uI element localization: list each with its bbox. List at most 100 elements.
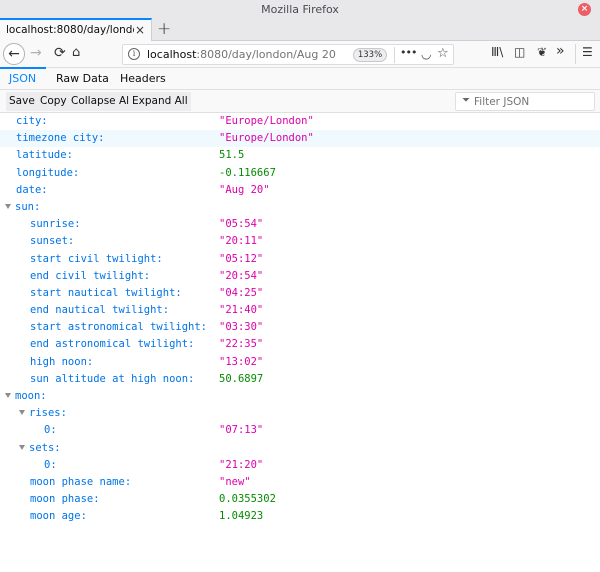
json-row[interactable]: 0: "07:13": [0, 422, 600, 439]
window-titlebar: Mozilla Firefox ×: [0, 0, 600, 18]
json-value: "20:11": [219, 235, 264, 248]
json-row[interactable]: city: "Europe/London": [0, 113, 600, 130]
json-key: sun:: [15, 200, 41, 213]
json-row[interactable]: sun altitude at high noon: 50.6897: [0, 371, 600, 388]
expand-twisty-icon[interactable]: [5, 393, 11, 398]
collapse-all-button[interactable]: Collapse All: [68, 92, 135, 111]
json-row[interactable]: sets:: [0, 440, 600, 457]
url-path: :8080/day/london/Aug 20: [196, 48, 336, 61]
hamburger-menu-icon[interactable]: ☰: [582, 45, 593, 59]
json-key: date:: [16, 183, 48, 196]
json-row[interactable]: moon phase: 0.0355302: [0, 491, 600, 508]
json-row[interactable]: latitude: 51.5: [0, 147, 600, 164]
json-key: moon phase name:: [30, 475, 132, 488]
json-row[interactable]: end civil twilight: "20:54": [0, 268, 600, 285]
json-tree: city: "Europe/London" timezone city: "Europ…: [0, 113, 600, 526]
back-arrow-icon[interactable]: ←: [3, 43, 25, 65]
save-button[interactable]: Save: [6, 92, 38, 111]
json-row[interactable]: moon phase name: "new": [0, 474, 600, 491]
json-value: "05:54": [219, 218, 264, 231]
json-value: "Aug 20": [219, 183, 270, 196]
json-row[interactable]: end nautical twilight: "21:40": [0, 302, 600, 319]
json-row[interactable]: high noon: "13:02": [0, 354, 600, 371]
pocket-icon[interactable]: ◡: [421, 47, 431, 61]
json-row[interactable]: timezone city: "Europe/London": [0, 130, 600, 148]
json-key: start astronomical twilight:: [30, 321, 208, 334]
tab-headers[interactable]: Headers: [120, 72, 166, 85]
json-row[interactable]: start civil twilight: "05:12": [0, 251, 600, 268]
json-key: end astronomical twilight:: [30, 338, 195, 351]
json-row[interactable]: moon age: 1.04923: [0, 508, 600, 525]
json-value: "22:35": [219, 338, 264, 351]
json-row[interactable]: sunrise: "05:54": [0, 216, 600, 233]
url-host: localhost: [147, 48, 197, 61]
filter-funnel-icon: ⏷: [462, 95, 470, 106]
json-key: latitude:: [16, 149, 73, 162]
tab-raw-data[interactable]: Raw Data: [56, 72, 109, 85]
json-value: 51.5: [219, 149, 245, 162]
json-key: end civil twilight:: [30, 269, 151, 282]
window-title: Mozilla Firefox: [261, 3, 339, 16]
page-actions-icon[interactable]: •••: [400, 46, 417, 59]
json-key: high noon:: [30, 355, 94, 368]
copy-button[interactable]: Copy: [37, 92, 70, 111]
tab-close-icon[interactable]: ×: [135, 23, 145, 37]
json-value: "07:13": [219, 424, 264, 437]
json-row[interactable]: moon:: [0, 388, 600, 405]
extension-icon[interactable]: ❦: [537, 45, 547, 59]
tab-strip: localhost:8080/day/london/Aug 20 × +: [0, 18, 600, 42]
json-key: sets:: [29, 441, 61, 454]
url-text[interactable]: localhost:8080/day/london/Aug 20: [147, 48, 336, 61]
json-row[interactable]: date: "Aug 20": [0, 182, 600, 199]
json-viewer-tabs: JSON Raw Data Headers: [0, 67, 600, 90]
json-key: moon age:: [30, 510, 87, 523]
json-row[interactable]: start nautical twilight: "04:25": [0, 285, 600, 302]
filter-json-input[interactable]: [474, 94, 592, 109]
json-row[interactable]: sun:: [0, 199, 600, 216]
browser-tab[interactable]: localhost:8080/day/london/Aug 20 ×: [0, 18, 152, 42]
json-row[interactable]: 0: "21:20": [0, 457, 600, 474]
expand-all-button[interactable]: Expand All: [129, 92, 191, 111]
json-row[interactable]: start astronomical twilight: "03:30": [0, 319, 600, 336]
tab-json[interactable]: JSON: [9, 72, 36, 85]
reload-icon[interactable]: ⟳: [54, 45, 66, 61]
json-row[interactable]: longitude: -0.116667: [0, 165, 600, 182]
bookmark-star-icon[interactable]: ☆: [437, 46, 449, 61]
json-key: city:: [16, 115, 48, 127]
zoom-level-badge[interactable]: 133%: [353, 48, 387, 62]
json-value: "new": [219, 475, 251, 488]
library-icon[interactable]: Ⅲ\: [491, 45, 503, 59]
json-value: "Europe/London": [219, 115, 314, 127]
overflow-chevron-icon[interactable]: »: [556, 43, 565, 59]
json-value: "Europe/London": [219, 132, 314, 145]
window-close-icon[interactable]: ×: [578, 3, 591, 16]
filter-json-box[interactable]: ⏷: [455, 92, 595, 111]
json-key: end nautical twilight:: [30, 304, 170, 317]
json-key: rises:: [29, 407, 67, 420]
new-tab-button[interactable]: +: [157, 19, 171, 39]
json-key: timezone city:: [16, 132, 105, 145]
forward-arrow-icon[interactable]: →: [30, 45, 42, 61]
expand-twisty-icon[interactable]: [19, 444, 25, 450]
url-bar-separator: [394, 47, 395, 63]
json-value: 0.0355302: [219, 493, 276, 506]
json-value: 50.6897: [219, 372, 264, 385]
expand-twisty-icon[interactable]: [5, 203, 11, 209]
json-row[interactable]: rises:: [0, 405, 600, 422]
json-key: sun altitude at high noon:: [30, 372, 195, 385]
expand-twisty-icon[interactable]: [19, 410, 25, 416]
navigation-bar: ← → ⟳ ⌂ i localhost:8080/day/london/Aug …: [0, 41, 600, 68]
json-key: sunrise:: [30, 218, 81, 231]
home-icon[interactable]: ⌂: [72, 45, 80, 60]
toolbar-separator: [575, 44, 576, 64]
tab-title: localhost:8080/day/london/Aug 20: [6, 24, 134, 36]
url-bar[interactable]: i localhost:8080/day/london/Aug 20 133% …: [122, 44, 454, 65]
json-key: start civil twilight:: [30, 252, 163, 265]
json-value: -0.116667: [219, 166, 276, 179]
sidebar-icon[interactable]: ◫: [514, 45, 525, 59]
json-toolbar: Save Copy Collapse All Expand All ⏷: [0, 90, 600, 113]
json-row[interactable]: end astronomical twilight: "22:35": [0, 336, 600, 353]
json-row[interactable]: sunset: "20:11": [0, 233, 600, 250]
json-value: "05:12": [219, 252, 264, 265]
site-info-icon[interactable]: i: [128, 48, 140, 60]
